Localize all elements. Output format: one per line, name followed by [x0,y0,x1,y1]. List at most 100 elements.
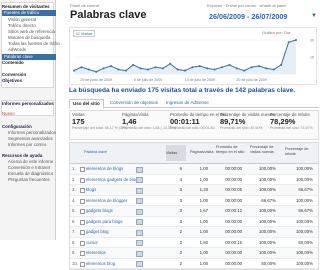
chart-point[interactable] [213,68,216,71]
keyword-link[interactable]: elementos [86,248,106,258]
row-checkbox[interactable] [80,177,85,183]
chart-point[interactable] [228,63,231,66]
bounce-rate-value: 66,67% [298,187,313,192]
row-checkbox[interactable] [80,219,85,225]
drilldown-icon[interactable] [136,166,143,173]
drilldown-icon[interactable] [136,187,143,194]
table-row[interactable]: 10. elementos blog 2 1,00 00:00:00 50,00% 100,… [70,259,318,269]
chart-point[interactable] [191,66,194,69]
chart-view-selector[interactable]: Gráfico por: Día [262,30,290,35]
drilldown-icon[interactable] [136,208,143,215]
keyword-link[interactable]: cursor [86,238,98,248]
drilldown-icon[interactable] [136,250,143,257]
column-header-bounce-rate[interactable]: Porcentaje de rebote [285,147,317,156]
tab-goal-conversion[interactable]: Conversión de objetivos [107,99,161,107]
chart-point[interactable] [110,65,112,68]
chart-point[interactable] [169,62,172,65]
drilldown-icon[interactable] [136,177,143,183]
drilldown-icon[interactable] [136,261,143,267]
column-header-keyword[interactable]: Palabra clave [84,150,107,155]
chart-point[interactable] [161,67,164,70]
chart-point[interactable] [184,69,186,72]
sidebar-item[interactable]: Fuentes de tráfico [2,10,56,16]
chart-point[interactable] [87,68,90,71]
config-item[interactable]: Informes por correo [2,142,60,148]
bounce-rate-value: 100,00% [296,176,313,182]
keyword-link[interactable]: elementos gadgets de blogs [86,175,140,185]
chart-point[interactable] [147,68,149,71]
chevron-down-icon[interactable]: ▼ [311,13,317,19]
keyword-link[interactable]: gadget blog [86,227,108,237]
keyword-link[interactable]: elementos de blogs [86,164,123,174]
drilldown-icon[interactable] [136,198,143,204]
chart-point[interactable] [287,41,290,44]
date-range-picker[interactable]: 26/06/2009 - 26/07/2009 [209,12,287,21]
row-checkbox[interactable] [80,188,85,193]
chart-point[interactable] [258,65,260,68]
table-row[interactable]: 6. gadgets para blogs 3 1,00 00:00:00 100,00%… [70,217,318,227]
chart-point[interactable] [206,67,209,70]
column-header-pages-per-visit[interactable]: Páginas/visita [190,150,214,155]
help-item[interactable]: Preguntas frecuentes [2,177,60,183]
table-row[interactable]: 4. elementos de blogger 3 1,00 00:00:00 66,67… [70,196,318,206]
chart-point[interactable] [154,66,157,69]
drilldown-icon[interactable] [136,219,143,225]
row-checkbox[interactable] [80,198,85,204]
breadcrumb[interactable]: Panel de control [70,3,99,8]
chart-point[interactable] [198,65,201,68]
row-index: 5. [72,208,76,213]
table-row[interactable]: 3. blogs 3 1,33 00:00:05 100,00% 66,67% [70,185,318,196]
chart-point[interactable] [73,69,75,72]
row-checkbox[interactable] [80,261,85,267]
visits-value: 2 [179,260,182,266]
keyword-link[interactable]: gadgets blogs [86,206,113,216]
keyword-link[interactable]: gadgets para blogs [86,217,123,227]
column-header-new-visits[interactable]: Porcentaje de visitas nuevas [250,145,282,154]
chart-point[interactable] [272,68,275,71]
pages-per-visit-value: 1,33 [199,187,208,192]
row-checkbox[interactable] [80,209,85,214]
tab-adsense-revenue[interactable]: Ingresos de AdSense [163,99,212,107]
pages-per-visit-value: 1,00 [199,250,208,255]
chart-point[interactable] [95,70,98,73]
row-checkbox[interactable] [80,230,85,235]
chart-point[interactable] [124,69,127,72]
table-row[interactable]: 2. elementos gadgets de blogs 4 1,00 00:00:0… [70,175,318,185]
keyword-link[interactable]: elementos blog [86,259,115,269]
sidebar-item[interactable]: AdWords [2,47,60,53]
report-toolbar[interactable]: Exportar · Enviar por correo · Añadir al… [207,3,286,8]
chart-point[interactable] [80,66,83,69]
tab-site-usage[interactable]: Uso del sitio [69,99,104,109]
chart-point[interactable] [221,66,223,69]
sidebar-item[interactable]: Objetivos [2,78,54,84]
chart-point[interactable] [295,39,297,41]
custom-reports-title[interactable]: Informes personalizados [2,101,54,107]
chart-point[interactable] [250,66,253,69]
row-checkbox[interactable] [80,251,85,256]
drilldown-icon[interactable] [136,240,143,246]
chart-point[interactable] [235,67,238,70]
row-checkbox[interactable] [80,240,85,246]
table-row[interactable]: 5. gadgets blogs 3 1,67 00:00:12 100,00% 66,67… [70,206,318,217]
chart-point[interactable] [132,63,135,66]
chart-point[interactable] [280,63,283,66]
chart-point[interactable] [176,68,179,71]
sidebar-item[interactable]: Contenido [2,60,54,66]
table-row[interactable]: 9. elementos 2 1,00 00:00:00 100,00% 100,00% [70,248,318,259]
chart-point[interactable] [243,69,246,72]
chart-point[interactable] [265,67,268,70]
chart-point[interactable] [117,68,120,71]
chart-point[interactable] [102,67,105,70]
column-header-avg-time[interactable]: Promedio de tiempo en el sitio [216,145,246,154]
keyword-link[interactable]: blogs [86,185,96,195]
row-checkbox[interactable] [80,167,85,172]
table-body: 1. elementos de blogs 6 1,00 00:00:00 100,00%… [70,164,318,269]
drilldown-icon[interactable] [136,229,143,236]
column-header-visits[interactable]: Visitas [166,145,186,161]
chart-point[interactable] [139,67,142,70]
table-row[interactable]: 7. gadget blog 2 1,00 00:00:00 100,00% 100,00% [70,227,318,238]
table-row[interactable]: 1. elementos de blogs 6 1,00 00:00:00 100,00%… [70,164,318,175]
table-row[interactable]: 8. cursor 2 1,50 00:00:16 100,00% 50,00% [70,238,318,248]
chart-legend[interactable]: ☑ Visitas [73,30,96,37]
keyword-link[interactable]: elementos de blogger [86,196,127,206]
